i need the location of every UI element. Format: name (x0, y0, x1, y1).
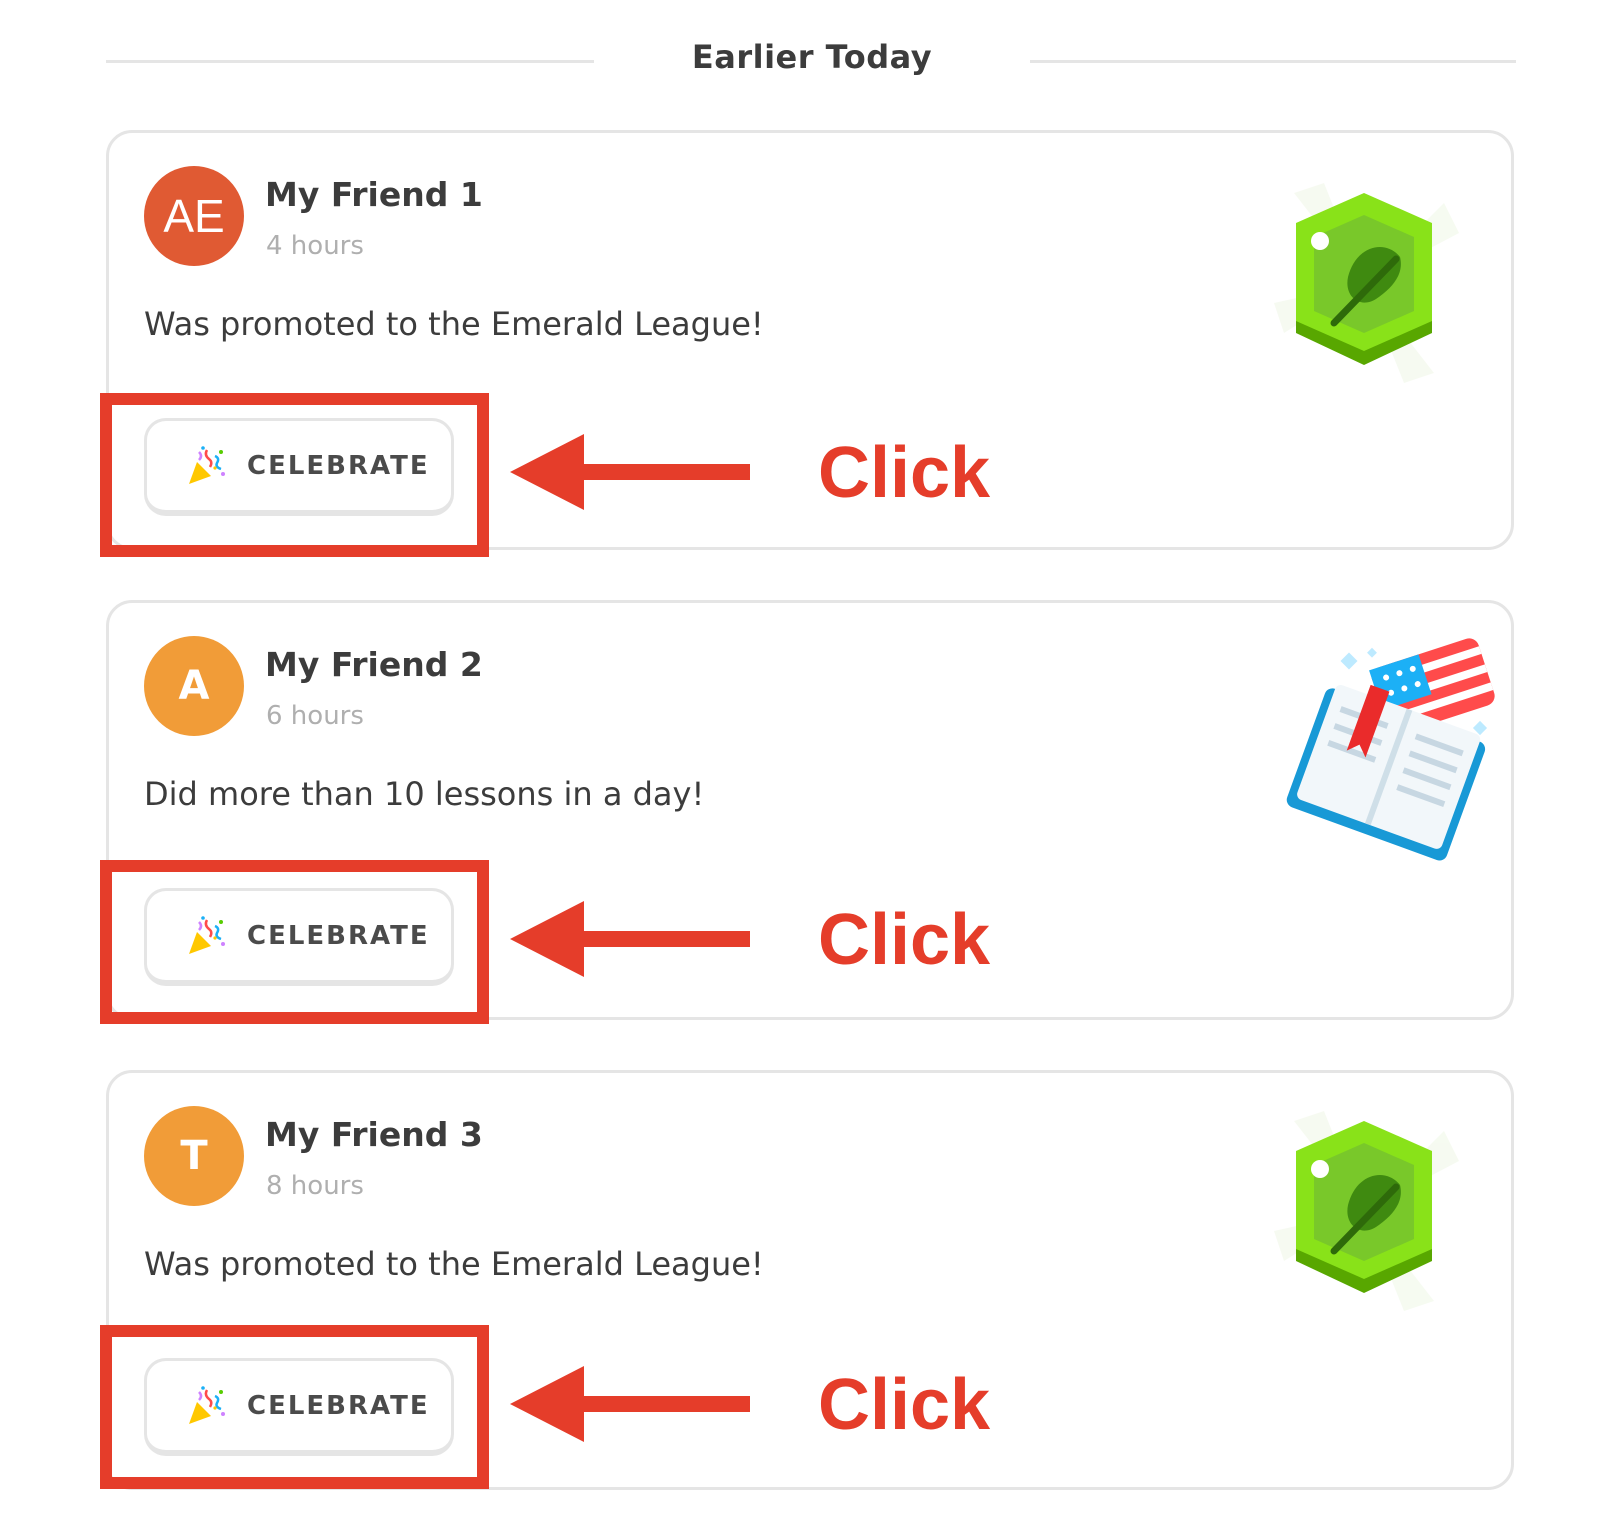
divider-right (1030, 60, 1516, 63)
friend-name[interactable]: My Friend 1 (265, 175, 483, 214)
book-with-us-flag-icon (1286, 638, 1495, 861)
click-annotation: Click (818, 900, 991, 980)
feed-message: Did more than 10 lessons in a day! (144, 775, 705, 813)
friend-name[interactable]: My Friend 3 (265, 1115, 483, 1154)
avatar[interactable]: A (144, 636, 244, 736)
click-annotation: Click (818, 433, 991, 513)
section-title: Earlier Today (691, 38, 933, 76)
highlight-box (100, 1325, 489, 1489)
divider-left (106, 60, 594, 63)
highlight-box (100, 393, 489, 557)
timestamp: 4 hours (266, 231, 364, 261)
avatar[interactable]: T (144, 1106, 244, 1206)
emerald-league-badge-icon (1274, 183, 1459, 383)
section-header: Earlier Today (0, 0, 1614, 130)
arrow-left-icon (510, 1366, 750, 1442)
emerald-league-badge-icon (1274, 1111, 1459, 1311)
friend-name[interactable]: My Friend 2 (265, 645, 483, 684)
timestamp: 6 hours (266, 701, 364, 731)
timestamp: 8 hours (266, 1171, 364, 1201)
feed-message: Was promoted to the Emerald League! (144, 1245, 764, 1283)
arrow-left-icon (510, 901, 750, 977)
avatar[interactable]: AE (144, 166, 244, 266)
highlight-box (100, 860, 489, 1024)
click-annotation: Click (818, 1365, 991, 1445)
feed-message: Was promoted to the Emerald League! (144, 305, 764, 343)
arrow-left-icon (510, 434, 750, 510)
